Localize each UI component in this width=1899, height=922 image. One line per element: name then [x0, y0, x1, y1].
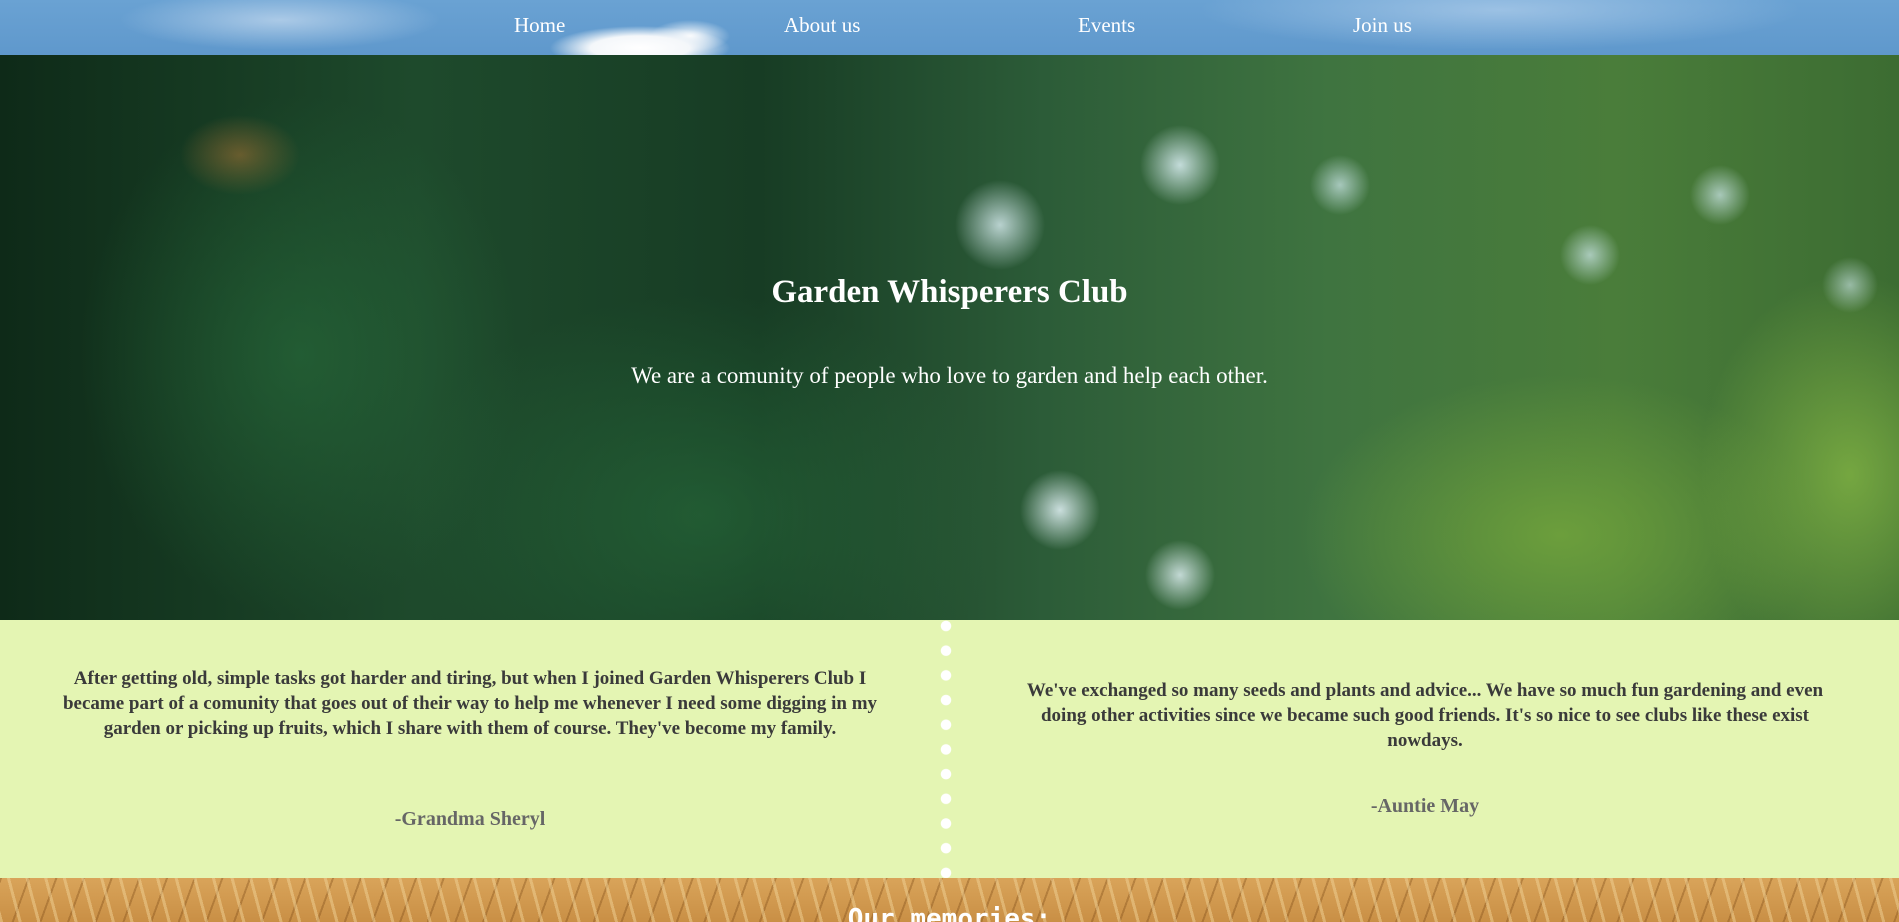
memories-section: Our memories: — [0, 878, 1899, 922]
testimonial-quote-right: We've exchanged so many seeds and plants… — [1026, 680, 1824, 751]
nav-link-join-us[interactable]: Join us — [1353, 13, 1412, 38]
dotted-divider — [940, 620, 952, 878]
testimonial-author-right: -Auntie May — [1370, 795, 1480, 817]
testimonials-section: After getting old, simple tasks got hard… — [0, 620, 1899, 878]
hero-banner: Garden Whisperers Club We are a comunity… — [0, 55, 1899, 620]
memories-title: Our memories: — [847, 904, 1052, 922]
nav-link-home[interactable]: Home — [514, 13, 565, 38]
nav-link-about-us[interactable]: About us — [784, 13, 860, 38]
hero-title: Garden Whisperers Club — [771, 274, 1128, 310]
top-nav: Home About us Events Join us — [0, 0, 1899, 55]
testimonial-author-left: -Grandma Sheryl — [394, 808, 546, 830]
hero-subtitle: We are a comunity of people who love to … — [631, 363, 1268, 388]
testimonial-quote-left: After getting old, simple tasks got hard… — [62, 668, 878, 739]
nav-link-events[interactable]: Events — [1078, 13, 1135, 38]
